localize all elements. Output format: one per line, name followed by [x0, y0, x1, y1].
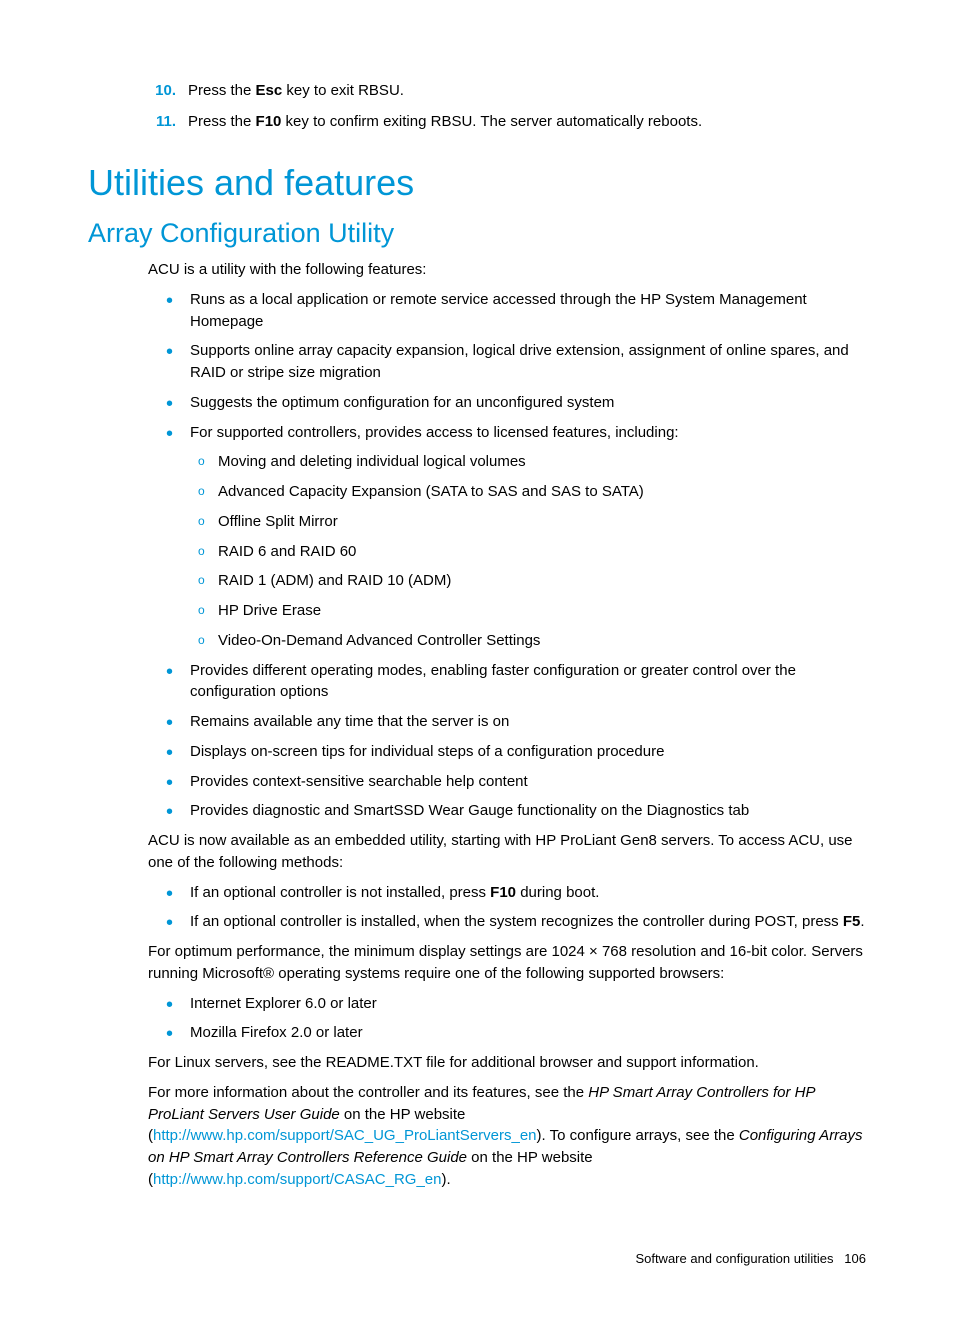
- subfeature-item: HP Drive Erase: [190, 600, 866, 622]
- step-number: 10.: [146, 80, 176, 101]
- numbered-steps: 10. Press the Esc key to exit RBSU. 11. …: [88, 80, 866, 132]
- subfeature-list: Moving and deleting individual logical v…: [190, 451, 866, 651]
- feature-item: Provides diagnostic and SmartSSD Wear Ga…: [148, 800, 866, 822]
- browser-item: Mozilla Firefox 2.0 or later: [148, 1022, 866, 1044]
- feature-item: Suggests the optimum configuration for a…: [148, 392, 866, 414]
- feature-item: Runs as a local application or remote se…: [148, 289, 866, 333]
- feature-item: Displays on-screen tips for individual s…: [148, 741, 866, 763]
- page-footer: Software and configuration utilities 106: [88, 1251, 866, 1266]
- access-method-item: If an optional controller is installed, …: [148, 911, 866, 933]
- embedded-para: ACU is now available as an embedded util…: [148, 830, 866, 874]
- subfeature-item: Video-On-Demand Advanced Controller Sett…: [190, 630, 866, 652]
- sac-guide-link[interactable]: http://www.hp.com/support/SAC_UG_ProLian…: [153, 1127, 537, 1144]
- browser-item: Internet Explorer 6.0 or later: [148, 993, 866, 1015]
- footer-section-title: Software and configuration utilities: [635, 1251, 833, 1266]
- feature-list: Runs as a local application or remote se…: [148, 289, 866, 822]
- step-11: 11. Press the F10 key to confirm exiting…: [88, 111, 866, 132]
- step-10: 10. Press the Esc key to exit RBSU.: [88, 80, 866, 101]
- feature-item: Supports online array capacity expansion…: [148, 340, 866, 384]
- acu-intro: ACU is a utility with the following feat…: [148, 259, 866, 281]
- access-methods-list: If an optional controller is not install…: [148, 882, 866, 934]
- body-content: ACU is a utility with the following feat…: [148, 259, 866, 1191]
- step-text: Press the Esc key to exit RBSU.: [188, 80, 404, 101]
- document-page: 10. Press the Esc key to exit RBSU. 11. …: [0, 0, 954, 1326]
- footer-page-number: 106: [844, 1251, 866, 1266]
- feature-item: For supported controllers, provides acce…: [148, 422, 866, 652]
- display-para: For optimum performance, the minimum dis…: [148, 941, 866, 985]
- subfeature-item: Advanced Capacity Expansion (SATA to SAS…: [190, 481, 866, 503]
- step-number: 11.: [146, 111, 176, 132]
- moreinfo-para: For more information about the controlle…: [148, 1082, 866, 1191]
- subfeature-item: Moving and deleting individual logical v…: [190, 451, 866, 473]
- step-text: Press the F10 key to confirm exiting RBS…: [188, 111, 702, 132]
- feature-item: Remains available any time that the serv…: [148, 711, 866, 733]
- linux-para: For Linux servers, see the README.TXT fi…: [148, 1052, 866, 1074]
- access-method-item: If an optional controller is not install…: [148, 882, 866, 904]
- subfeature-item: RAID 6 and RAID 60: [190, 541, 866, 563]
- heading-utilities: Utilities and features: [88, 162, 866, 204]
- heading-acu: Array Configuration Utility: [88, 218, 866, 249]
- subfeature-item: Offline Split Mirror: [190, 511, 866, 533]
- browsers-list: Internet Explorer 6.0 or later Mozilla F…: [148, 993, 866, 1045]
- casac-guide-link[interactable]: http://www.hp.com/support/CASAC_RG_en: [153, 1171, 441, 1188]
- feature-item: Provides different operating modes, enab…: [148, 660, 866, 704]
- subfeature-item: RAID 1 (ADM) and RAID 10 (ADM): [190, 570, 866, 592]
- feature-item: Provides context-sensitive searchable he…: [148, 771, 866, 793]
